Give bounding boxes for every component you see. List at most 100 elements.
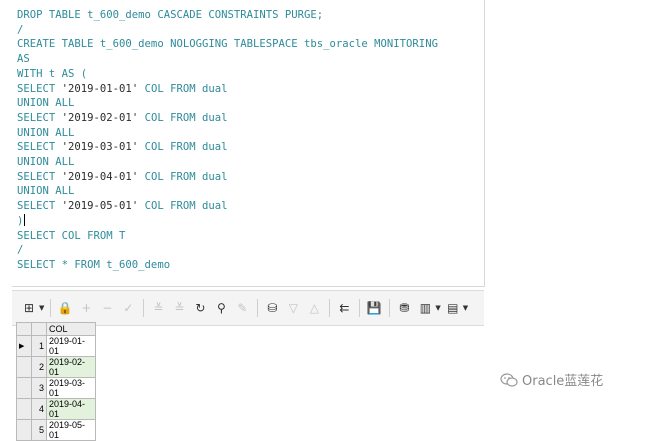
code-line: CREATE TABLE t_600_demo NOLOGGING TABLES… — [17, 37, 438, 52]
code-token: '2019-05-01' — [61, 200, 139, 213]
code-line: SELECT COL FROM T — [17, 229, 438, 244]
code-line: UNION ALL — [17, 96, 438, 111]
row-number: 2 — [31, 356, 47, 378]
code-token: UNION ALL — [17, 185, 75, 198]
code-line: SELECT '2019-05-01' COL FROM dual — [17, 199, 438, 214]
cell-col[interactable]: 2019-02-01 — [46, 356, 96, 378]
code-line: ) — [17, 213, 438, 229]
code-token: '2019-04-01' — [61, 170, 139, 183]
code-token: COL FROM dual — [138, 141, 228, 154]
cell-col[interactable]: 2019-04-01 — [46, 398, 96, 420]
code-token: '2019-03-01' — [61, 141, 139, 154]
table-row[interactable]: 2 2019-02-01 — [16, 356, 96, 378]
row-indicator[interactable] — [16, 398, 32, 420]
dropdown-caret-icon[interactable]: ▼ — [39, 304, 44, 312]
sql-editor[interactable]: DROP TABLE t_600_demo CASCADE CONSTRAINT… — [12, 0, 485, 287]
code-token: / — [17, 23, 24, 36]
code-line: UNION ALL — [17, 184, 438, 199]
code-token: / — [17, 244, 24, 257]
export-icon[interactable]: ⛃ — [395, 299, 413, 317]
table-row[interactable]: ▶ 1 2019-01-01 — [16, 335, 96, 357]
code-token: SELECT — [17, 200, 62, 213]
grid-view-icon[interactable]: ⊞ — [20, 299, 38, 317]
code-token: COL FROM dual — [138, 200, 228, 213]
code-line: SELECT '2019-02-01' COL FROM dual — [17, 111, 438, 126]
filter-icon[interactable]: ⛁ — [263, 299, 281, 317]
delete-record-icon[interactable]: − — [98, 299, 116, 317]
code-line: SELECT * FROM t_600_demo — [17, 258, 438, 273]
cell-col[interactable]: 2019-05-01 — [46, 419, 96, 441]
result-toolbar: ⊞ ▼ 🔒 + − ✓ ≚ ≚ ↻ ⚲ ✎ ⛁ ▽ △ ⇇ 💾 ⛃ ▥ ▼ ▤ ▼ — [12, 290, 484, 326]
code-token: SELECT — [17, 82, 62, 95]
toolbar-separator — [143, 299, 145, 317]
save-icon[interactable]: 💾 — [365, 299, 383, 317]
sql-code[interactable]: DROP TABLE t_600_demo CASCADE CONSTRAINT… — [17, 8, 438, 273]
code-line: SELECT '2019-04-01' COL FROM dual — [17, 170, 438, 185]
wechat-icon — [500, 372, 518, 387]
cell-col[interactable]: 2019-03-01 — [46, 377, 96, 399]
link-columns-icon[interactable]: ⇇ — [335, 299, 353, 317]
query-by-example-icon[interactable]: ≚ — [149, 299, 167, 317]
row-indicator[interactable] — [16, 377, 32, 399]
dropdown-caret-icon[interactable]: ▼ — [463, 304, 468, 312]
code-line: UNION ALL — [17, 155, 438, 170]
code-token: SELECT — [17, 141, 62, 154]
post-edit-icon[interactable]: ✓ — [119, 299, 137, 317]
row-indicator[interactable] — [16, 356, 32, 378]
code-token: UNION ALL — [17, 97, 75, 110]
code-line: SELECT '2019-03-01' COL FROM dual — [17, 140, 438, 155]
code-token: COL FROM dual — [138, 170, 228, 183]
lock-icon[interactable]: 🔒 — [56, 299, 74, 317]
watermark-text: Oracle蓝莲花 — [522, 374, 604, 389]
code-line: / — [17, 243, 438, 258]
grid-corner — [16, 322, 32, 336]
code-line: WITH t AS ( — [17, 67, 438, 82]
code-token: UNION ALL — [17, 126, 75, 139]
code-token: SELECT COL FROM T — [17, 229, 126, 242]
toolbar-separator — [389, 299, 391, 317]
code-line: DROP TABLE t_600_demo CASCADE CONSTRAINT… — [17, 8, 438, 23]
code-line: / — [17, 23, 438, 38]
sort-desc-icon[interactable]: ▽ — [284, 299, 302, 317]
row-number: 5 — [31, 419, 47, 441]
refresh-icon[interactable]: ↻ — [191, 299, 209, 317]
code-token: SELECT * FROM t_600_demo — [17, 258, 171, 271]
row-indicator[interactable] — [16, 419, 32, 441]
column-header-col[interactable]: COL — [46, 322, 96, 336]
cell-col[interactable]: 2019-01-01 — [46, 335, 96, 357]
toolbar-separator — [329, 299, 331, 317]
code-token: ) — [17, 214, 24, 227]
code-token: AS — [17, 53, 30, 66]
grid-rownum-header — [31, 322, 47, 336]
chart-icon[interactable]: ▥ — [416, 299, 434, 317]
code-token: '2019-01-01' — [61, 82, 139, 95]
toolbar-separator — [359, 299, 361, 317]
row-number: 1 — [31, 335, 47, 357]
code-token: '2019-02-01' — [61, 111, 139, 124]
text-cursor — [24, 213, 26, 226]
sort-asc-icon[interactable]: △ — [305, 299, 323, 317]
clear-icon[interactable]: ✎ — [233, 299, 251, 317]
code-token: WITH t AS ( — [17, 67, 88, 80]
insert-record-icon[interactable]: + — [77, 299, 95, 317]
table-row[interactable]: 5 2019-05-01 — [16, 419, 96, 441]
code-token: CREATE TABLE t_600_demo NOLOGGING TABLES… — [17, 38, 438, 51]
toolbar-separator — [257, 299, 259, 317]
code-token: COL FROM dual — [138, 82, 228, 95]
current-row-indicator-icon[interactable]: ▶ — [16, 335, 32, 357]
code-line: AS — [17, 52, 438, 67]
table-row[interactable]: 3 2019-03-01 — [16, 377, 96, 399]
find-icon[interactable]: ⚲ — [212, 299, 230, 317]
code-line: SELECT '2019-01-01' COL FROM dual — [17, 82, 438, 97]
dropdown-caret-icon[interactable]: ▼ — [435, 304, 440, 312]
code-token: COL FROM dual — [138, 111, 228, 124]
code-token: UNION ALL — [17, 156, 75, 169]
code-token: SELECT — [17, 111, 62, 124]
clear-query-icon[interactable]: ≚ — [170, 299, 188, 317]
result-grid[interactable]: COL ▶ 1 2019-01-01 2 2019-02-01 3 2019-03-01 4 2… — [16, 322, 96, 441]
watermark: Oracle蓝莲花 — [500, 370, 603, 389]
table-row[interactable]: 4 2019-04-01 — [16, 398, 96, 420]
toolbar-separator — [50, 299, 52, 317]
table-icon[interactable]: ▤ — [444, 299, 462, 317]
row-number: 4 — [31, 398, 47, 420]
